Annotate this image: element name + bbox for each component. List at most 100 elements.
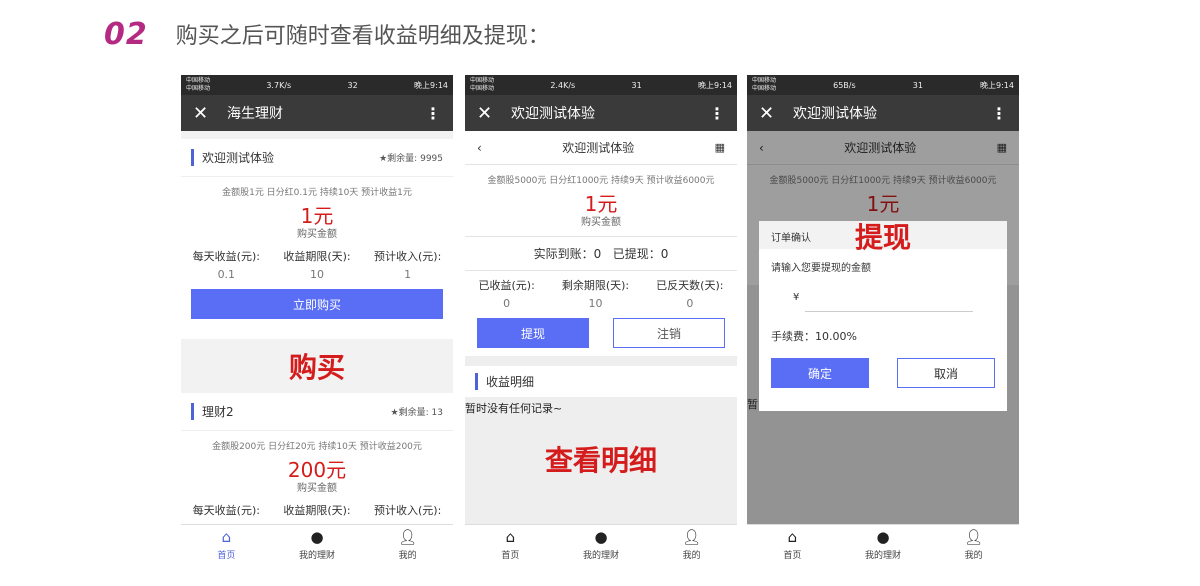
status-bar: 中国移动 中国移动 3.7K/s 32 晚上9:14 bbox=[181, 75, 453, 95]
tab-label: 我的理财 bbox=[582, 551, 619, 561]
stat-value: 10 bbox=[309, 268, 324, 281]
network-speed: 65B/s bbox=[833, 80, 856, 90]
more-icon[interactable]: ⋮ bbox=[425, 104, 441, 123]
carrier-label: 中国移动 bbox=[470, 85, 495, 92]
tab-profile[interactable]: 👤︎ 我的 bbox=[944, 529, 1004, 561]
app-title: 欢迎测试体验 bbox=[793, 106, 877, 122]
carrier-label: 中国移动 bbox=[186, 85, 211, 92]
stat-value: 10 bbox=[588, 297, 603, 310]
product-terms: 金额股1元 日分红0.1元 持续10天 预计收益1元 bbox=[222, 188, 412, 198]
network-speed: 3.7K/s bbox=[266, 80, 292, 90]
product-name: 欢迎测试体验 bbox=[191, 149, 274, 166]
stat-label: 已反天数(天): bbox=[656, 279, 724, 292]
tab-label: 我的理财 bbox=[864, 551, 901, 561]
tab-home[interactable]: ⌂ 首页 bbox=[762, 529, 822, 561]
tab-label: 我的 bbox=[964, 551, 983, 561]
tab-home[interactable]: ⌂ 首页 bbox=[196, 529, 256, 561]
section-heading: 02 购买之后可随时查看收益明细及提现： bbox=[104, 14, 550, 54]
tab-label: 我的理财 bbox=[298, 551, 335, 561]
tab-label: 首页 bbox=[783, 551, 802, 561]
more-icon[interactable]: ⋮ bbox=[709, 104, 725, 123]
purchase-amount-label: 购买金额 bbox=[297, 229, 337, 240]
app-bar: ✕ 欢迎测试体验 ⋮ bbox=[747, 95, 1019, 131]
stat-label: 收益期限(天): bbox=[283, 504, 351, 517]
status-bar: 中国移动 中国移动 65B/s 31 晚上9:14 bbox=[747, 75, 1019, 95]
network-speed: 2.4K/s bbox=[550, 80, 576, 90]
investment-detail: ‹ 欢迎测试体验 ▦ 金额股5000元 日分红1000元 持续9天 预计收益60… bbox=[465, 131, 737, 524]
purchase-amount-label: 购买金额 bbox=[465, 213, 737, 237]
home-icon: ⌂ bbox=[505, 528, 516, 546]
back-icon[interactable]: ‹ bbox=[477, 141, 482, 155]
cancel-button[interactable]: 取消 bbox=[897, 358, 995, 388]
stat-label: 每天收益(元): bbox=[192, 250, 260, 263]
star-icon: ★ bbox=[379, 154, 388, 164]
phone-screen-withdraw: 中国移动 中国移动 65B/s 31 晚上9:14 ✕ 欢迎测试体验 ⋮ ‹ 欢迎… bbox=[747, 75, 1019, 565]
carrier-label: 中国移动 bbox=[186, 77, 211, 84]
tab-label: 首页 bbox=[217, 551, 236, 561]
product-card: 欢迎测试体验 ★剩余量: 9995 金额股1元 日分红0.1元 持续10天 预计… bbox=[181, 139, 453, 339]
more-icon[interactable]: ⋮ bbox=[991, 104, 1007, 123]
fee-text: 手续费：10.00% bbox=[771, 330, 857, 343]
withdraw-button[interactable]: 提现 bbox=[477, 318, 589, 348]
stat-label: 预计收入(元): bbox=[373, 250, 442, 263]
user-icon: 👤︎ bbox=[398, 528, 418, 546]
product-card: 理财2 ★剩余量: 13 金额股200元 日分红20元 持续10天 预计收益20… bbox=[181, 393, 453, 524]
confirm-button[interactable]: 确定 bbox=[771, 358, 869, 388]
sub-title: 欢迎测试体验 bbox=[562, 141, 635, 155]
battery-level: 31 bbox=[631, 80, 642, 90]
tab-my-finance[interactable]: ● 我的理财 bbox=[853, 529, 913, 561]
clock: 晚上9:14 bbox=[414, 80, 448, 90]
tab-home[interactable]: ⌂ 首页 bbox=[480, 529, 540, 561]
cancel-account-button[interactable]: 注销 bbox=[613, 318, 725, 348]
grid-icon[interactable]: ▦ bbox=[715, 141, 725, 154]
sub-header: ‹ 欢迎测试体验 ▦ bbox=[465, 131, 737, 165]
tab-profile[interactable]: 👤︎ 我的 bbox=[378, 529, 438, 561]
withdraw-amount-input[interactable]: ¥ bbox=[793, 288, 973, 312]
user-icon: 👤︎ bbox=[964, 528, 984, 546]
status-bar: 中国移动 中国移动 2.4K/s 31 晚上9:14 bbox=[465, 75, 737, 95]
stat-value: 0 bbox=[503, 297, 511, 310]
stat-label: 收益期限(天): bbox=[283, 250, 351, 263]
bottom-tab-bar: ⌂ 首页 ● 我的理财 👤︎ 我的 bbox=[747, 524, 1019, 565]
balance-summary: 实际到账：0 已提现：0 bbox=[465, 237, 737, 271]
stat-label: 已收益(元): bbox=[478, 279, 535, 292]
home-icon: ⌂ bbox=[221, 528, 232, 546]
app-bar: ✕ 海生理财 ⋮ bbox=[181, 95, 453, 131]
bottom-tab-bar: ⌂ 首页 ● 我的理财 👤︎ 我的 bbox=[465, 524, 737, 565]
stat-value: 1 bbox=[404, 268, 412, 281]
stock-value: 13 bbox=[431, 408, 443, 418]
phone-screen-details: 中国移动 中国移动 2.4K/s 31 晚上9:14 ✕ 欢迎测试体验 ⋮ ‹ 欢… bbox=[465, 75, 737, 565]
product-stats: 每天收益(元): 0.1 收益期限(天): 10 预计收入(元): 1 bbox=[181, 248, 453, 281]
purchase-amount-label: 购买金额 bbox=[297, 483, 337, 494]
product-name: 理财2 bbox=[191, 403, 234, 420]
clock: 晚上9:14 bbox=[698, 80, 732, 90]
empty-records-text: 暂时没有任何记录~ bbox=[465, 402, 563, 415]
bottom-tab-bar: ⌂ 首页 ● 我的理财 👤︎ 我的 bbox=[181, 524, 453, 565]
tab-label: 我的 bbox=[398, 551, 417, 561]
buy-now-button[interactable]: 立即购买 bbox=[191, 289, 443, 319]
product-list: 欢迎测试体验 ★剩余量: 9995 金额股1元 日分红0.1元 持续10天 预计… bbox=[181, 131, 453, 524]
tab-my-finance[interactable]: ● 我的理财 bbox=[571, 529, 631, 561]
product-stats: 每天收益(元): 收益期限(天): 预计收入(元): bbox=[181, 502, 453, 518]
annotation-withdraw: 提现 bbox=[854, 221, 911, 254]
tab-profile[interactable]: 👤︎ 我的 bbox=[662, 529, 722, 561]
step-description: 购买之后可随时查看收益明细及提现： bbox=[175, 24, 550, 49]
carrier-label: 中国移动 bbox=[470, 77, 495, 84]
carrier-label: 中国移动 bbox=[752, 77, 777, 84]
close-icon[interactable]: ✕ bbox=[477, 103, 511, 124]
stock-label: 剩余量: bbox=[387, 154, 418, 164]
annotation-details: 查看明细 bbox=[544, 444, 657, 477]
stock-value: 9995 bbox=[420, 154, 443, 164]
close-icon[interactable]: ✕ bbox=[193, 103, 227, 124]
step-number: 02 bbox=[104, 16, 148, 52]
battery-level: 32 bbox=[347, 80, 358, 90]
stat-label: 剩余期限(天): bbox=[561, 279, 630, 292]
stat-label: 预计收入(元): bbox=[373, 504, 442, 517]
tab-my-finance[interactable]: ● 我的理财 bbox=[287, 529, 347, 561]
tab-label: 我的 bbox=[682, 551, 701, 561]
close-icon[interactable]: ✕ bbox=[759, 103, 793, 124]
tab-label: 首页 bbox=[501, 551, 520, 561]
user-icon: 👤︎ bbox=[682, 528, 702, 546]
annotation-buy: 购买 bbox=[288, 351, 345, 384]
coin-icon: ● bbox=[594, 528, 608, 546]
